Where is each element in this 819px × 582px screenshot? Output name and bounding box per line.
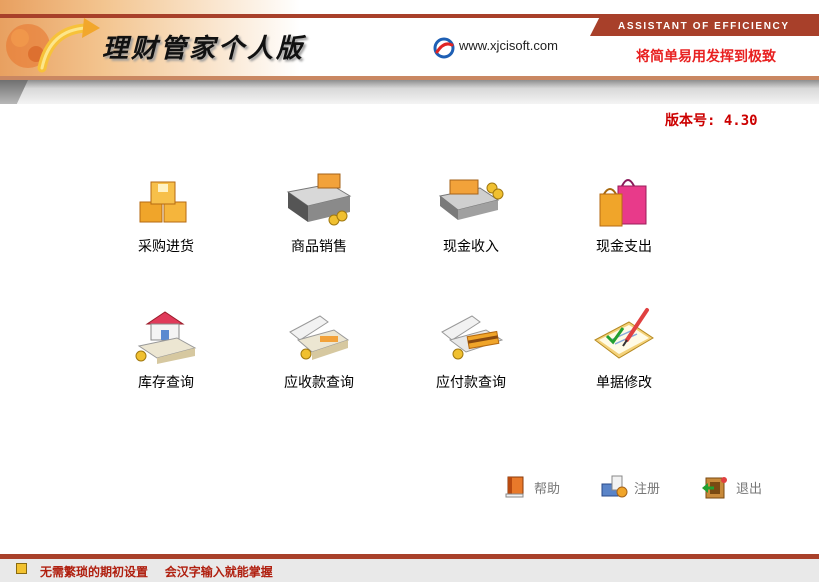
- func-inventory-button[interactable]: 库存查询: [101, 306, 231, 392]
- status-square-icon: [16, 563, 27, 574]
- header-top-stripe: [0, 14, 819, 18]
- version-label: 版本号: 4.30: [665, 113, 758, 129]
- register-icon: [601, 475, 628, 498]
- payable-icon: [441, 315, 504, 360]
- func-label: 单据修改: [596, 375, 652, 391]
- func-purchase-button[interactable]: 采购进货: [101, 172, 231, 256]
- receivable-icon: [289, 315, 350, 360]
- register-button[interactable]: 注册: [600, 474, 660, 500]
- func-label: 现金支出: [596, 239, 652, 255]
- func-label: 采购进货: [138, 239, 194, 255]
- func-cash-in-button[interactable]: 现金收入: [406, 172, 536, 256]
- exit-label: 退出: [736, 481, 763, 497]
- header-slogan: 将简单易用发挥到极致: [636, 49, 776, 65]
- warehouse-icon: [135, 311, 197, 364]
- boxes-icon: [139, 181, 187, 223]
- register-label: 注册: [634, 481, 661, 497]
- app-title: 理财管家个人版: [102, 34, 306, 64]
- func-label: 应收款查询: [284, 375, 354, 391]
- func-cash-out-button[interactable]: 现金支出: [559, 172, 689, 256]
- xjcisoft-logo-icon: [433, 37, 455, 59]
- flower-arrow-logo-icon: [6, 18, 100, 73]
- func-label: 商品销售: [291, 239, 347, 255]
- toolbar-band: [0, 80, 819, 104]
- func-sales-button[interactable]: 商品销售: [254, 172, 384, 256]
- exit-icon: [702, 477, 727, 499]
- func-label: 应付款查询: [436, 375, 506, 391]
- func-label: 库存查询: [138, 375, 194, 391]
- cash-register-icon: [286, 173, 352, 226]
- cash-in-icon: [438, 179, 504, 220]
- func-label: 现金收入: [443, 239, 499, 255]
- header-tagline-en: ASSISTANT OF EFFICIENCY: [618, 21, 790, 32]
- help-button[interactable]: 帮助: [502, 474, 560, 500]
- help-label: 帮助: [534, 481, 561, 497]
- func-edit-doc-button[interactable]: 单据修改: [559, 306, 689, 392]
- func-payable-button[interactable]: 应付款查询: [406, 306, 536, 392]
- header-banner: 理财管家个人版 www.xjcisoft.com ASSISTANT OF EF…: [0, 0, 819, 80]
- status-bar: 无需繁琐的期初设置 会汉字输入就能掌握: [0, 554, 819, 582]
- site-url: www.xjcisoft.com: [459, 38, 558, 53]
- func-receivable-button[interactable]: 应收款查询: [254, 306, 384, 392]
- book-icon: [505, 476, 524, 498]
- shopping-bags-icon: [599, 179, 647, 227]
- edit-document-icon: [594, 308, 654, 359]
- exit-button[interactable]: 退出: [702, 474, 762, 500]
- status-text: 无需繁琐的期初设置 会汉字输入就能掌握: [40, 565, 273, 579]
